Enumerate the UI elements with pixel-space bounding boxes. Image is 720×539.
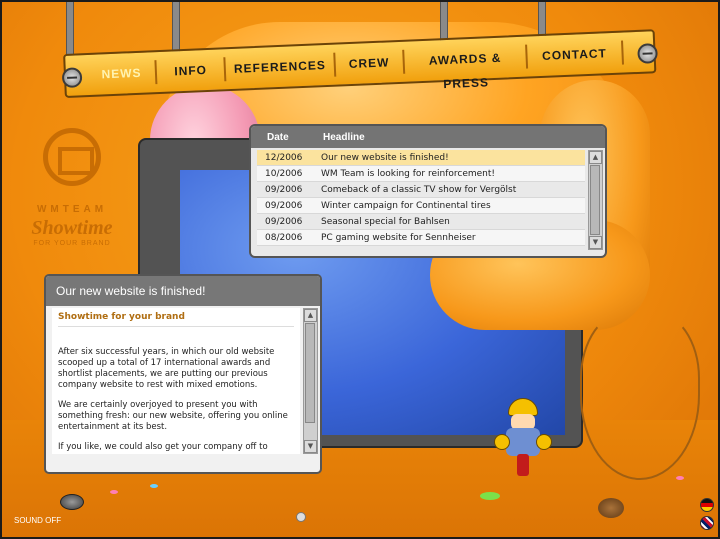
article-body: Showtime for your brand After six succes… xyxy=(52,308,300,454)
logo-emblem-icon xyxy=(43,128,101,186)
robot-body xyxy=(506,428,540,456)
news-row-headline: Our new website is finished! xyxy=(321,152,449,163)
news-row[interactable]: 10/2006 WM Team is looking for reinforce… xyxy=(257,166,585,182)
news-row-date: 12/2006 xyxy=(265,152,303,163)
wmteam-logo: WMTEAM Showtime FOR YOUR BRAND xyxy=(22,128,122,258)
news-row-headline: Comeback of a classic TV show for Vergöl… xyxy=(321,184,517,195)
article-title: Our new website is finished! xyxy=(46,276,320,306)
news-row-headline: Seasonal special for Bahlsen xyxy=(321,216,450,227)
sound-knob-icon[interactable] xyxy=(60,494,84,510)
news-row-headline: Winter campaign for Continental tires xyxy=(321,200,491,211)
bolt-left-icon xyxy=(61,67,83,89)
nav-awards-press[interactable]: AWARDS & PRESS xyxy=(404,44,529,91)
article-paragraph: After six successful years, in which our… xyxy=(58,347,275,390)
ball-icon xyxy=(296,512,306,522)
article-scrollbar[interactable]: ▲ ▼ xyxy=(303,308,318,454)
scroll-up-icon[interactable]: ▲ xyxy=(589,151,602,164)
article-scroll-thumb[interactable] xyxy=(305,323,315,423)
news-row-headline: PC gaming website for Sennheiser xyxy=(321,232,476,243)
nav-references[interactable]: REFERENCES xyxy=(225,52,337,82)
cable-illustration xyxy=(580,310,700,480)
news-row[interactable]: 09/2006 Winter campaign for Continental … xyxy=(257,198,585,214)
nav-contact[interactable]: CONTACT xyxy=(527,40,624,69)
article-paragraph: If you like, we could also get your comp… xyxy=(58,442,268,452)
sound-toggle[interactable]: SOUND OFF xyxy=(14,516,61,525)
scroll-down-icon[interactable]: ▼ xyxy=(589,236,602,249)
hand-icon xyxy=(536,434,552,450)
confetti-dot xyxy=(676,476,684,480)
news-row-date: 09/2006 xyxy=(265,184,303,195)
news-row-date: 09/2006 xyxy=(265,200,303,211)
nav-crew[interactable]: CREW xyxy=(335,49,406,77)
news-list: 12/2006 Our new website is finished! 10/… xyxy=(257,150,585,246)
hand-icon xyxy=(494,434,510,450)
column-header-headline: Headline xyxy=(323,131,365,143)
logo-showtime-text: Showtime xyxy=(31,217,113,239)
news-row[interactable]: 09/2006 Seasonal special for Bahlsen xyxy=(257,214,585,230)
news-scrollbar[interactable]: ▲ ▼ xyxy=(588,150,603,250)
logo-team-text: WMTEAM xyxy=(36,204,108,215)
nav-info[interactable]: INFO xyxy=(156,57,227,85)
bolt-right-icon xyxy=(637,43,658,64)
article-paragraph: We are certainly overjoyed to present yo… xyxy=(58,400,288,432)
scroll-down-icon[interactable]: ▼ xyxy=(304,440,317,453)
drill-icon xyxy=(517,454,529,476)
news-row[interactable]: 09/2006 Comeback of a classic TV show fo… xyxy=(257,182,585,198)
news-row-date: 10/2006 xyxy=(265,168,303,179)
news-row-date: 08/2006 xyxy=(265,232,303,243)
news-table-header: Date Headline xyxy=(251,126,605,148)
news-row[interactable]: 12/2006 Our new website is finished! xyxy=(257,150,585,166)
news-row-date: 09/2006 xyxy=(265,216,303,227)
article-subtitle: Showtime for your brand xyxy=(58,312,294,327)
uk-flag-icon[interactable] xyxy=(700,516,714,530)
news-row[interactable]: 08/2006 PC gaming website for Sennheiser xyxy=(257,230,585,246)
column-header-date: Date xyxy=(267,131,289,143)
nav-news[interactable]: NEWS xyxy=(87,60,158,87)
confetti-dot xyxy=(480,492,500,500)
german-flag-icon[interactable] xyxy=(700,498,714,512)
confetti-dot xyxy=(110,490,118,494)
coconut-icon xyxy=(598,498,624,518)
logo-tagline: FOR YOUR BRAND xyxy=(33,240,111,247)
scroll-up-icon[interactable]: ▲ xyxy=(304,309,317,322)
news-row-headline: WM Team is looking for reinforcement! xyxy=(321,168,496,179)
robot-mascot-illustration xyxy=(492,398,554,478)
confetti-dot xyxy=(150,484,158,488)
news-scroll-thumb[interactable] xyxy=(590,165,600,235)
news-headline-panel: Date Headline 12/2006 Our new website is… xyxy=(249,124,607,258)
article-panel: Our new website is finished! Showtime fo… xyxy=(44,274,322,474)
